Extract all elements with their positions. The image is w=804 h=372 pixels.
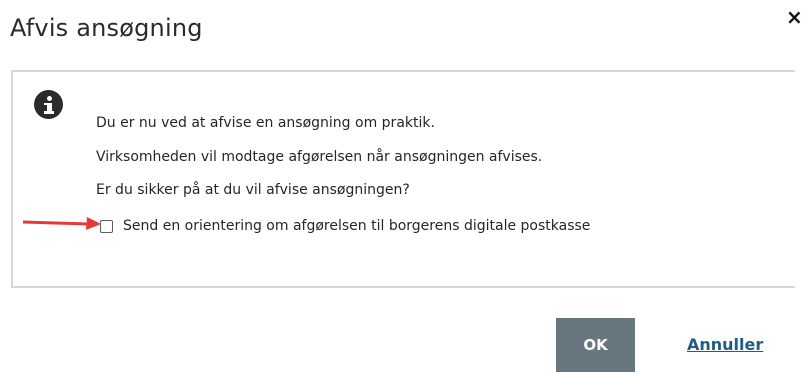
message-line-3: Er du sikker på at du vil afvise ansøgni… (96, 182, 410, 198)
dialog-title: Afvis ansøgning (10, 14, 203, 42)
message-line-1: Du er nu ved at afvise en ansøgning om p… (96, 115, 435, 131)
red-arrow-icon (23, 217, 101, 230)
message-box: Du er nu ved at afvise en ansøgning om p… (11, 70, 795, 288)
send-notification-label[interactable]: Send en orientering om afgørelsen til bo… (123, 218, 590, 234)
info-icon (34, 90, 63, 119)
reject-application-dialog: Afvis ansøgning × Du er nu ved at afvise… (0, 0, 804, 372)
close-icon[interactable]: × (786, 6, 804, 28)
send-notification-option[interactable]: Send en orientering om afgørelsen til bo… (100, 216, 590, 236)
cancel-link[interactable]: Annuller (687, 335, 763, 354)
ok-button[interactable]: OK (556, 318, 635, 372)
send-notification-checkbox[interactable] (100, 219, 113, 233)
message-line-2: Virksomheden vil modtage afgørelsen når … (96, 149, 543, 165)
